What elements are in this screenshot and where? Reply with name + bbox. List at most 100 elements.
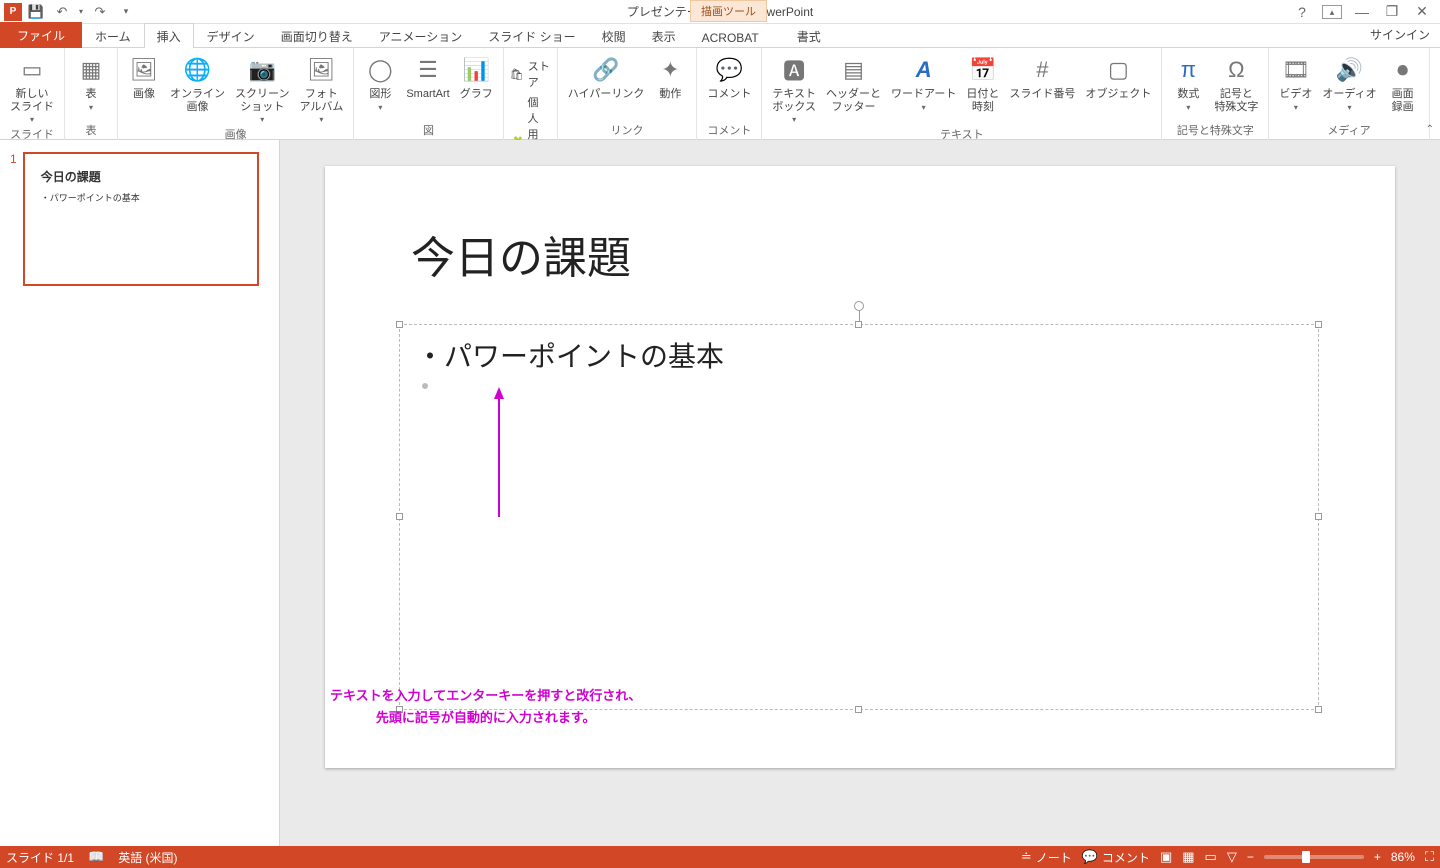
- picture-icon: 🖼: [128, 54, 160, 86]
- screenshot-button[interactable]: 📷スクリーン ショット▾: [231, 52, 293, 126]
- flash-embed-button[interactable]: ⚡Flash を 埋め込む: [1436, 52, 1440, 115]
- online-pictures-button[interactable]: 🌐オンライン 画像: [166, 52, 229, 115]
- resize-handle-mb[interactable]: [855, 706, 862, 713]
- undo-dropdown-icon[interactable]: ▾: [76, 1, 86, 23]
- tab-acrobat[interactable]: ACROBAT: [689, 26, 772, 48]
- group-symbols: π数式▾ Ω記号と 特殊文字 記号と特殊文字: [1162, 48, 1269, 140]
- slide-editor-area: 今日の課題 ・パワーポイントの基本: [280, 140, 1440, 846]
- tab-insert[interactable]: 挿入: [144, 23, 194, 48]
- action-button[interactable]: ✦動作: [650, 52, 690, 103]
- slide-position[interactable]: スライド 1/1: [6, 849, 74, 866]
- group-slides: ▭ 新しい スライド ▾ スライド: [0, 48, 65, 140]
- resize-handle-br[interactable]: [1315, 706, 1322, 713]
- powerpoint-icon[interactable]: P: [4, 3, 22, 21]
- group-illustrations: ◯図形▾ ☰SmartArt 📊グラフ 図: [354, 48, 503, 140]
- reading-view-icon[interactable]: ▭: [1205, 849, 1217, 865]
- bullet-marker-2: [422, 383, 428, 389]
- tab-review[interactable]: 校閲: [589, 23, 639, 48]
- shapes-button[interactable]: ◯図形▾: [360, 52, 400, 114]
- store-button[interactable]: 🛍ストア: [510, 58, 551, 90]
- qat-customize-icon[interactable]: ▾: [114, 1, 138, 23]
- date-time-button[interactable]: 📅日付と 時刻: [962, 52, 1003, 115]
- help-icon[interactable]: ?: [1292, 4, 1312, 20]
- video-button[interactable]: 🎞ビデオ▾: [1275, 52, 1316, 114]
- slide-number-button[interactable]: #スライド番号: [1005, 52, 1079, 103]
- slide-sorter-icon[interactable]: ▦: [1182, 849, 1194, 865]
- ribbon: ▭ 新しい スライド ▾ スライド ▦ 表 ▾ 表 🖼画像 🌐オンライン 画像 …: [0, 48, 1440, 140]
- equation-button[interactable]: π数式▾: [1168, 52, 1208, 114]
- tab-format[interactable]: 書式: [784, 23, 834, 48]
- ribbon-options-icon[interactable]: ▴: [1322, 5, 1342, 19]
- sign-in-link[interactable]: サインイン: [1360, 22, 1440, 47]
- symbol-button[interactable]: Ω記号と 特殊文字: [1210, 52, 1262, 115]
- zoom-out-button[interactable]: −: [1247, 850, 1254, 864]
- smartart-icon: ☰: [412, 54, 444, 86]
- notes-icon: ≐: [1021, 849, 1032, 865]
- link-icon: 🔗: [590, 54, 622, 86]
- wordart-button[interactable]: Aワードアート▾: [887, 52, 960, 114]
- zoom-slider[interactable]: [1264, 855, 1364, 859]
- audio-button[interactable]: 🔊オーディオ▾: [1318, 52, 1380, 114]
- photo-album-button[interactable]: 🖼フォト アルバム▾: [295, 52, 347, 126]
- zoom-in-button[interactable]: +: [1374, 850, 1381, 864]
- textbox-button[interactable]: 🅰テキスト ボックス▾: [768, 52, 820, 126]
- resize-handle-ml[interactable]: [396, 513, 403, 520]
- zoom-level[interactable]: 86%: [1391, 850, 1415, 864]
- annotation-text: テキストを入力してエンターキーを押すと改行され、 先頭に記号が自動的に入力されま…: [330, 685, 641, 729]
- collapse-ribbon-icon[interactable]: ⌃: [1426, 124, 1434, 135]
- slide-thumbnail-1[interactable]: 1 今日の課題 ・パワーポイントの基本: [10, 152, 269, 286]
- minimize-icon[interactable]: —: [1352, 4, 1372, 20]
- zoom-slider-thumb[interactable]: [1302, 851, 1310, 863]
- table-icon: ▦: [75, 54, 107, 86]
- date-icon: 📅: [967, 54, 999, 86]
- tab-animations[interactable]: アニメーション: [366, 23, 476, 48]
- pictures-button[interactable]: 🖼画像: [124, 52, 164, 103]
- resize-handle-mt[interactable]: [855, 321, 862, 328]
- tab-design[interactable]: デザイン: [194, 23, 268, 48]
- resize-handle-mr[interactable]: [1315, 513, 1322, 520]
- normal-view-icon[interactable]: ▣: [1160, 849, 1172, 865]
- slide-title-text[interactable]: 今日の課題: [411, 222, 631, 286]
- slideshow-view-icon[interactable]: ▽: [1227, 849, 1237, 865]
- comments-button[interactable]: 💬コメント: [1082, 849, 1150, 866]
- content-textbox[interactable]: ・パワーポイントの基本 テキストを入力してエンターキーを押すと改行され、 先頭に…: [399, 324, 1319, 710]
- tab-file[interactable]: ファイル: [0, 22, 82, 48]
- chart-button[interactable]: 📊グラフ: [456, 52, 497, 103]
- tab-slideshow[interactable]: スライド ショー: [475, 23, 588, 48]
- undo-icon[interactable]: ↶: [50, 1, 74, 23]
- spellcheck-icon[interactable]: 📖: [88, 849, 104, 865]
- fit-to-window-icon[interactable]: ⛶: [1425, 849, 1434, 865]
- tab-home[interactable]: ホーム: [82, 23, 144, 48]
- header-footer-button[interactable]: ▤ヘッダーと フッター: [822, 52, 885, 115]
- tab-view[interactable]: 表示: [639, 23, 689, 48]
- smartart-button[interactable]: ☰SmartArt: [402, 52, 453, 103]
- notes-button[interactable]: ≐ノート: [1021, 849, 1072, 866]
- resize-handle-tr[interactable]: [1315, 321, 1322, 328]
- screenshot-icon: 📷: [246, 54, 278, 86]
- slide-canvas[interactable]: 今日の課題 ・パワーポイントの基本: [325, 166, 1395, 768]
- close-icon[interactable]: ✕: [1412, 3, 1432, 20]
- bullet-text-1[interactable]: ・パワーポイントの基本: [416, 335, 724, 375]
- comment-button[interactable]: 💬コメント: [703, 52, 755, 103]
- restore-icon[interactable]: ❐: [1382, 3, 1402, 20]
- redo-icon[interactable]: ↷: [88, 1, 112, 23]
- table-button[interactable]: ▦ 表 ▾: [71, 52, 111, 114]
- tab-transitions[interactable]: 画面切り替え: [268, 23, 366, 48]
- object-button[interactable]: ▢オブジェクト: [1081, 52, 1155, 103]
- hyperlink-button[interactable]: 🔗ハイパーリンク: [564, 52, 649, 103]
- screen-recording-button[interactable]: ⏺画面 録画: [1383, 52, 1423, 115]
- group-links: 🔗ハイパーリンク ✦動作 リンク: [558, 48, 698, 140]
- language-status[interactable]: 英語 (米国): [118, 849, 177, 866]
- group-text: 🅰テキスト ボックス▾ ▤ヘッダーと フッター Aワードアート▾ 📅日付と 時刻…: [762, 48, 1162, 140]
- slide-thumbnail-panel: 1 今日の課題 ・パワーポイントの基本: [0, 140, 280, 846]
- resize-handle-tl[interactable]: [396, 321, 403, 328]
- save-icon[interactable]: 💾: [24, 1, 48, 23]
- quick-access-toolbar: P 💾 ↶ ▾ ↷ ▾: [0, 1, 138, 23]
- wordart-icon: A: [908, 54, 940, 86]
- group-tables: ▦ 表 ▾ 表: [65, 48, 118, 140]
- chart-icon: 📊: [460, 54, 492, 86]
- rotation-handle[interactable]: [854, 301, 864, 311]
- title-bar: P 💾 ↶ ▾ ↷ ▾ プレゼンテーション1 - PowerPoint 描画ツー…: [0, 0, 1440, 24]
- object-icon: ▢: [1102, 54, 1134, 86]
- new-slide-button[interactable]: ▭ 新しい スライド ▾: [6, 52, 58, 126]
